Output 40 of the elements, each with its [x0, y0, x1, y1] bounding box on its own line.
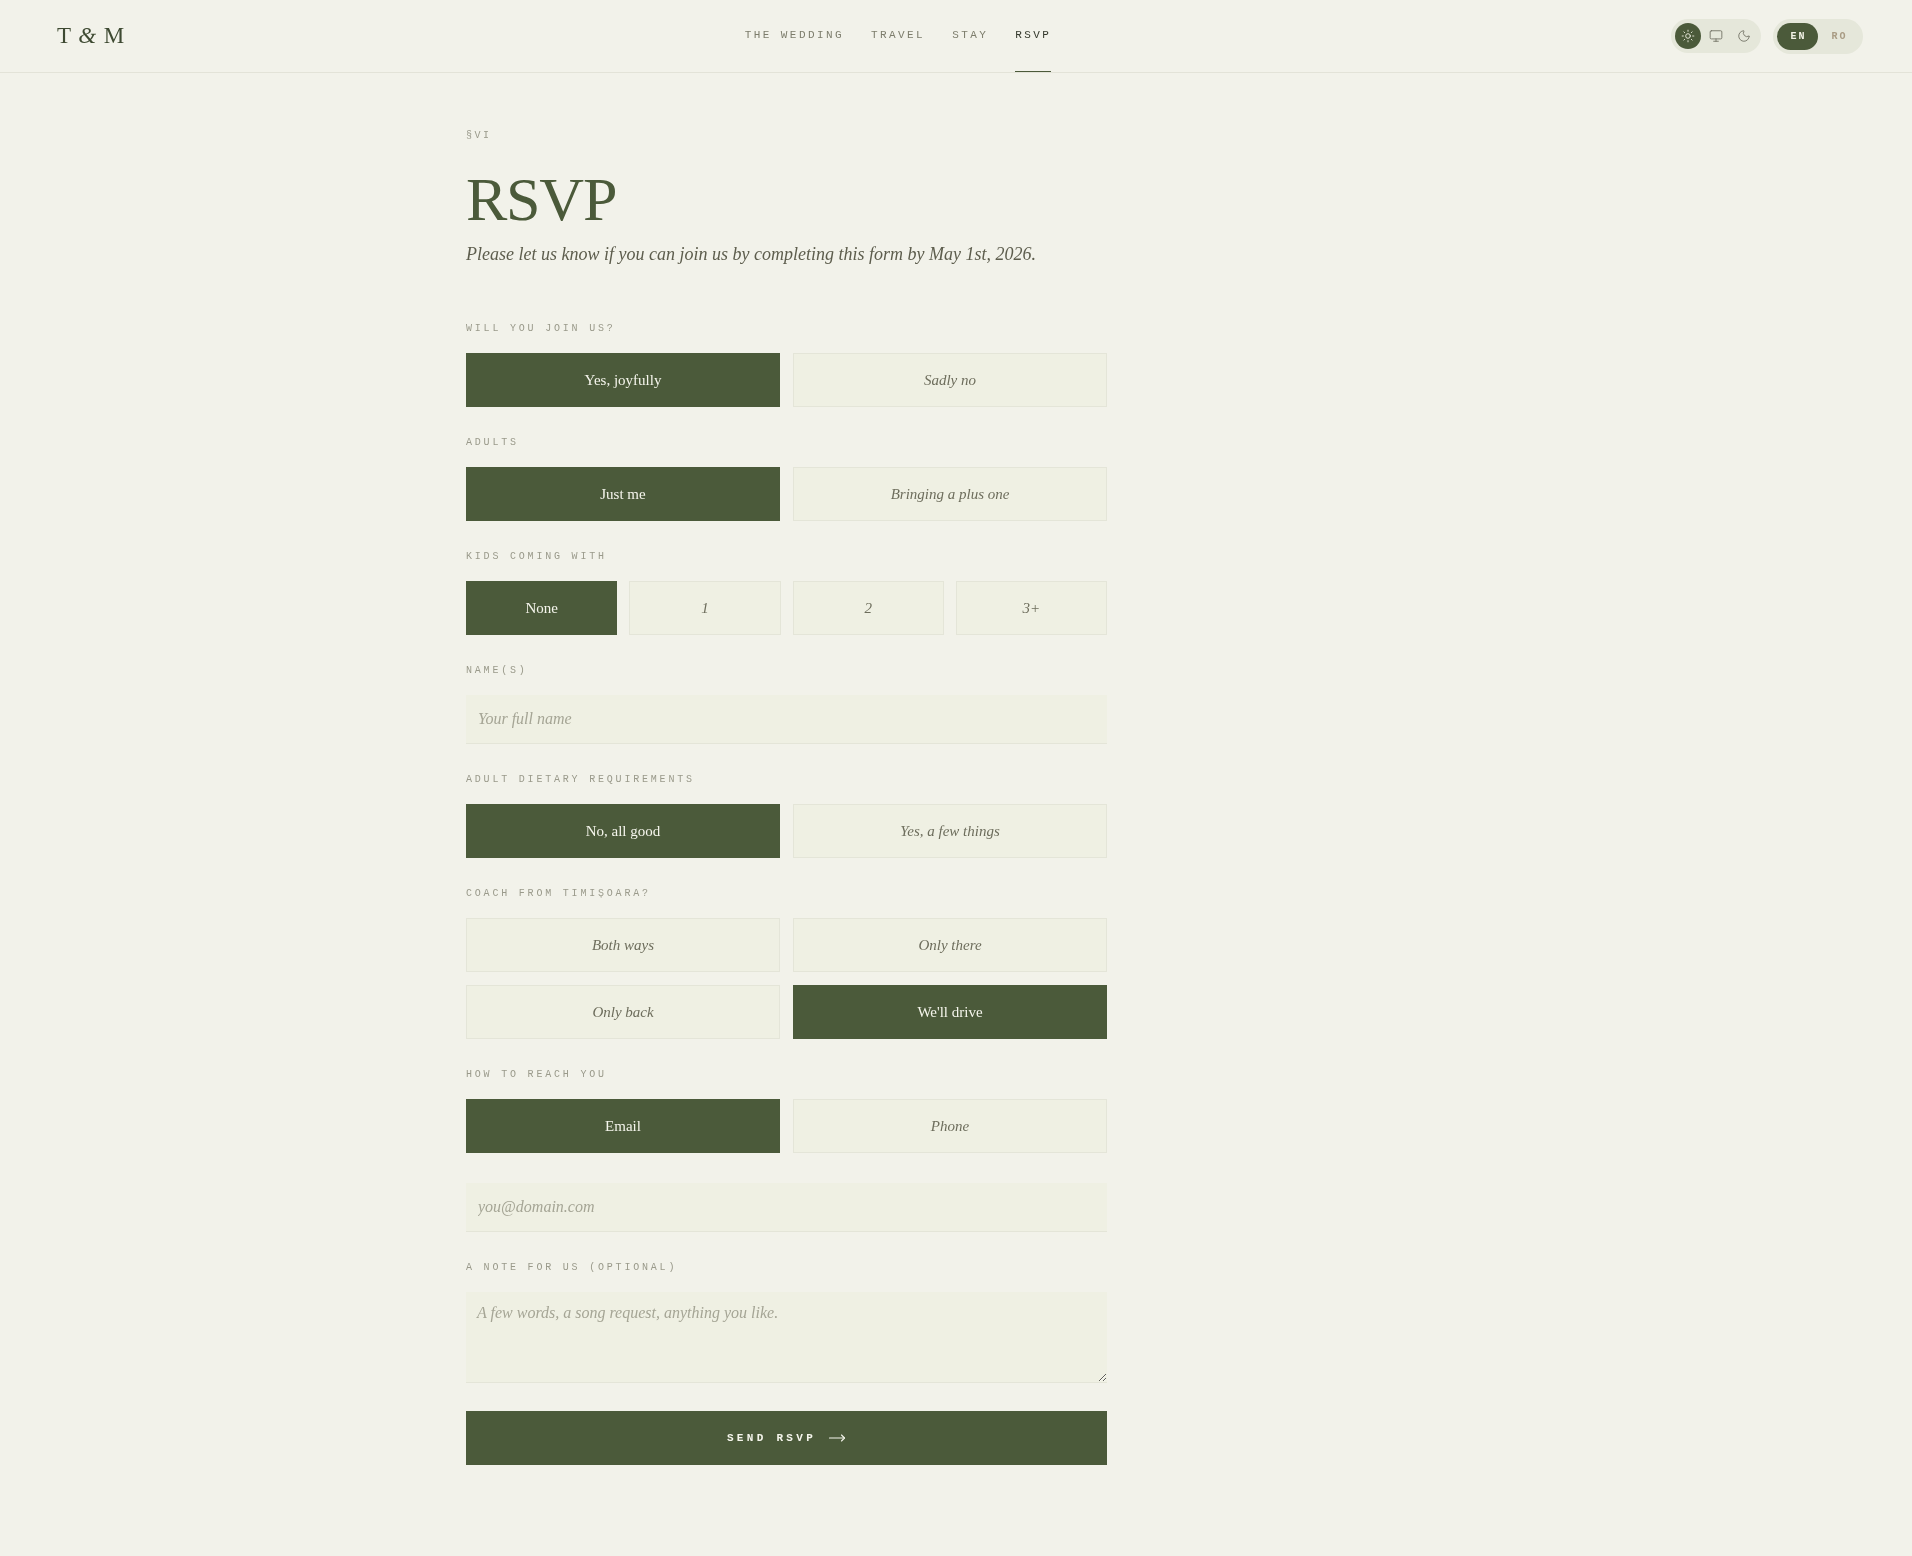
nav-link[interactable]: STAY [952, 0, 989, 72]
field-label: A NOTE FOR US (OPTIONAL) [466, 1262, 678, 1274]
option-button[interactable]: Yes, joyfully [466, 353, 780, 407]
option-button[interactable]: Only there [793, 918, 1107, 972]
moon-icon [1737, 29, 1751, 43]
field-label: ADULT DIETARY REQUIREMENTS [466, 774, 695, 786]
option-button[interactable]: Sadly no [793, 353, 1107, 407]
nav-link[interactable]: TRAVEL [871, 0, 926, 72]
option-button[interactable]: 1 [629, 581, 781, 635]
option-button[interactable]: Both ways [466, 918, 780, 972]
field-label: COACH FROM TIMIȘOARA? [466, 888, 651, 900]
theme-button[interactable] [1675, 23, 1701, 49]
option-button[interactable]: None [466, 581, 618, 635]
section-number: §VI [466, 130, 492, 142]
option-button[interactable]: Yes, a few things [793, 804, 1107, 858]
field-label: HOW TO REACH YOU [466, 1069, 607, 1081]
option-button[interactable]: 2 [792, 581, 944, 635]
nav-link[interactable]: THE WEDDING [744, 0, 844, 72]
field-label: ADULTS [466, 437, 519, 449]
option-button[interactable]: We'll drive [793, 985, 1107, 1039]
monitor-icon [1709, 29, 1723, 43]
nav-link[interactable]: RSVP [1015, 0, 1052, 72]
language-button[interactable]: EN [1777, 22, 1818, 50]
field-label: WILL YOU JOIN US? [466, 323, 616, 335]
field-label: KIDS COMING WITH [466, 551, 607, 563]
sun-icon [1681, 29, 1695, 43]
option-button[interactable]: Only back [466, 985, 780, 1039]
option-button[interactable]: Just me [466, 467, 780, 521]
submit-button[interactable]: SEND RSVP [466, 1411, 1107, 1465]
option-button[interactable]: 3+ [955, 581, 1107, 635]
logo[interactable]: T & M [57, 18, 126, 54]
option-button[interactable]: Phone [793, 1099, 1107, 1153]
intro-text: Please let us know if you can join us by completing this form by May 1st, 2026. [466, 243, 1037, 266]
page-title: RSVP [466, 168, 618, 230]
option-button[interactable]: Email [466, 1099, 780, 1153]
textarea-field[interactable]: A few words, a song request, anything you like. [466, 1292, 1107, 1383]
field-label: NAME(S) [466, 665, 528, 677]
input-field[interactable]: Your full name [466, 695, 1107, 744]
option-button[interactable]: No, all good [466, 804, 780, 858]
option-button[interactable]: Bringing a plus one [793, 467, 1107, 521]
